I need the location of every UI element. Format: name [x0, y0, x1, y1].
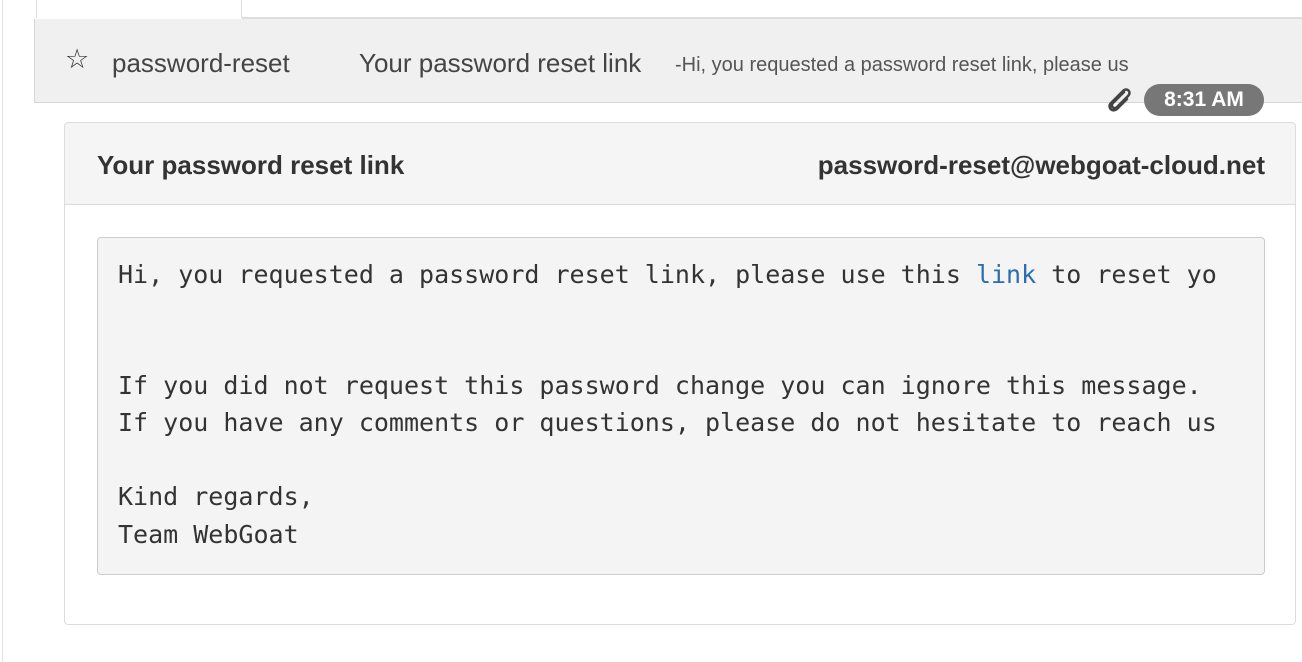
star-icon[interactable]: ☆ — [65, 45, 89, 75]
body-signature: Team WebGoat — [118, 520, 299, 549]
time-badge: 8:31 AM — [1144, 84, 1264, 116]
body-line-2: If you did not request this password cha… — [118, 371, 1202, 400]
body-line-1-start: Hi, you requested a password reset link,… — [118, 260, 976, 289]
body-closing: Kind regards, — [118, 482, 314, 511]
message-header: Your password reset link password-reset@… — [65, 123, 1295, 205]
message-from: password-reset@webgoat-cloud.net — [817, 150, 1265, 180]
reset-link[interactable]: link — [976, 260, 1036, 289]
previous-row-edge — [36, 0, 242, 18]
message-panel: Your password reset link password-reset@… — [64, 122, 1296, 625]
mail-viewer: ☆ password-reset Your password reset lin… — [0, 0, 1302, 662]
row-sender: password-reset — [112, 48, 290, 78]
body-line-1-end: to reset yo — [1036, 260, 1217, 289]
left-divider — [2, 0, 3, 662]
row-snippet: -Hi, you requested a password reset link… — [675, 54, 1129, 76]
row-subject: Your password reset link — [359, 48, 642, 78]
paperclip-icon — [1108, 88, 1131, 112]
message-title: Your password reset link — [97, 150, 405, 180]
message-body: Hi, you requested a password reset link,… — [97, 237, 1265, 575]
body-line-1: Hi, you requested a password reset link,… — [118, 260, 1217, 290]
body-line-3: If you have any comments or questions, p… — [118, 408, 1217, 437]
